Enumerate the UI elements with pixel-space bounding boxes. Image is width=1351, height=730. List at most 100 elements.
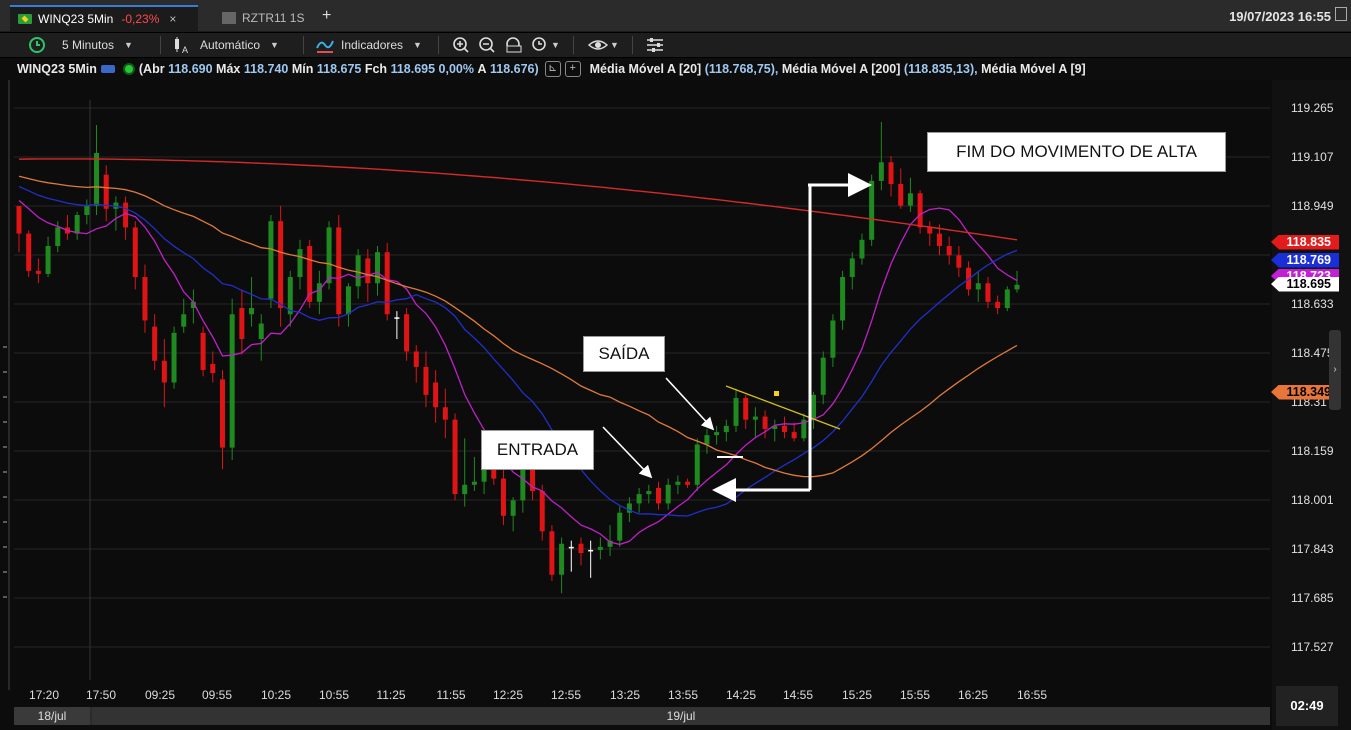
zoom-history-icon	[532, 37, 546, 51]
datetime: 19/07/2023 16:55	[1229, 9, 1331, 24]
chevron-right-icon[interactable]: ›	[1329, 330, 1341, 410]
x-tick-label: 14:25	[725, 688, 757, 702]
candle-body	[559, 543, 565, 575]
x-tick-label: 16:55	[1016, 688, 1048, 702]
candle-body	[723, 425, 729, 433]
ma9-label: Média Móvel A [9]	[981, 62, 1086, 76]
x-tick-label: 10:25	[260, 688, 292, 702]
asset-icon	[222, 12, 236, 24]
close-tab-icon[interactable]: ×	[169, 12, 176, 26]
candle-body	[200, 332, 206, 371]
candle-body	[927, 227, 933, 234]
candle-body	[355, 255, 361, 287]
window-icon[interactable]	[1335, 7, 1347, 21]
x-tick-label: 17:20	[28, 688, 60, 702]
chevron-down-icon: ▼	[270, 40, 279, 50]
y-tick-label: 119.107	[1291, 150, 1334, 164]
annotation-fim: FIM DO MOVIMENTO DE ALTA	[927, 132, 1226, 172]
x-tick-label: 13:25	[609, 688, 641, 702]
last-label: A	[477, 62, 487, 76]
sliders-icon	[647, 38, 663, 52]
candle-body	[588, 549, 594, 552]
candle-body	[278, 221, 284, 309]
candle-body	[956, 255, 962, 268]
candle-body	[268, 221, 274, 299]
candle-body	[936, 233, 942, 247]
mode-dropdown[interactable]: A Automático ▼	[172, 36, 279, 54]
candle-body	[132, 227, 138, 278]
new-tab-button[interactable]: +	[322, 7, 331, 25]
indicators-label: Indicadores	[341, 38, 404, 52]
y-tick-label: 118.159	[1291, 444, 1334, 458]
x-axis: 17:20 17:50 09:25 09:55 10:25 10:55 11:25 11:55…	[0, 688, 1270, 706]
chart-background	[0, 80, 1351, 730]
tab-winq23[interactable]: WINQ23 5Min -0,23% ×	[10, 5, 198, 31]
candle-body	[704, 435, 710, 445]
zoom-fit-button[interactable]	[505, 36, 523, 54]
x-tick-label: 15:25	[841, 688, 873, 702]
candle-body	[568, 546, 574, 549]
x-tick-label: 12:25	[492, 688, 524, 702]
candle-body	[597, 546, 603, 550]
candle-body	[471, 481, 477, 485]
candle-body	[16, 206, 22, 234]
indicators-dropdown[interactable]: Indicadores ▼	[315, 36, 422, 54]
candle-body	[549, 531, 555, 575]
candle-body	[520, 469, 526, 501]
candle-body	[917, 193, 923, 228]
x-tick-label: 13:55	[667, 688, 699, 702]
candle-body	[462, 484, 468, 495]
ohlc-info-bar: WINQ23 5Min (Abr 118.690 Máx 118.740 Mín…	[0, 58, 1351, 80]
low-value: 118.675	[316, 62, 362, 76]
indicators-icon	[316, 40, 334, 53]
candle-body	[123, 202, 129, 228]
candle-body	[888, 162, 894, 184]
candle-body	[297, 249, 303, 278]
candle-body	[781, 425, 787, 433]
low-label: Mín	[291, 62, 314, 76]
candle-body	[578, 543, 584, 554]
candle-body	[878, 162, 884, 181]
chevron-down-icon: ▼	[551, 40, 560, 50]
candle-body	[239, 308, 245, 340]
tab-label: RZTR11 1S	[242, 11, 305, 25]
candle-body	[995, 301, 1001, 309]
price-tag: 118.835	[1271, 234, 1339, 250]
settings-button[interactable]	[645, 36, 665, 54]
candle-body	[636, 494, 642, 504]
zoom-history-button[interactable]: ▼	[531, 36, 560, 54]
high-label: Máx	[216, 62, 241, 76]
candle-body	[336, 227, 342, 315]
candle-body	[830, 320, 836, 358]
candle-body	[859, 239, 865, 259]
price-tag: 118.695	[1271, 276, 1339, 292]
candle-body	[258, 323, 264, 340]
brazil-flag-icon	[18, 14, 32, 24]
brasil-badge-icon	[100, 65, 115, 73]
visibility-dropdown[interactable]: ▼	[588, 36, 619, 54]
zoom-out-button[interactable]	[478, 36, 496, 54]
add-indicator-icon[interactable]: +	[564, 61, 581, 77]
candle-body	[849, 258, 855, 278]
candle-body	[665, 484, 671, 504]
collapse-icon[interactable]: ⊾	[544, 61, 561, 77]
y-tick-label: 118.633	[1291, 297, 1334, 311]
tab-rztr11[interactable]: RZTR11 1S	[214, 5, 314, 31]
candle-body	[1014, 284, 1020, 290]
price-tag: 118.769	[1271, 252, 1339, 268]
candle-body	[500, 478, 506, 516]
candle-body	[442, 407, 448, 420]
candle-body	[94, 152, 100, 206]
interval-dropdown[interactable]: 5 Minutos ▼	[28, 36, 133, 54]
chevron-down-icon: ▼	[413, 40, 422, 50]
candle-body	[375, 252, 381, 284]
price-chart[interactable]	[0, 80, 1351, 730]
high-value: 118.740	[243, 62, 289, 76]
open-label: (Abr	[138, 62, 165, 76]
annotation-entrada: ENTRADA	[481, 430, 594, 470]
open-value: 118.690	[168, 62, 213, 76]
mode-label: Automático	[200, 38, 261, 52]
candle-type-icon: A	[175, 37, 188, 54]
clock-icon	[29, 37, 45, 53]
zoom-in-button[interactable]	[452, 36, 470, 54]
